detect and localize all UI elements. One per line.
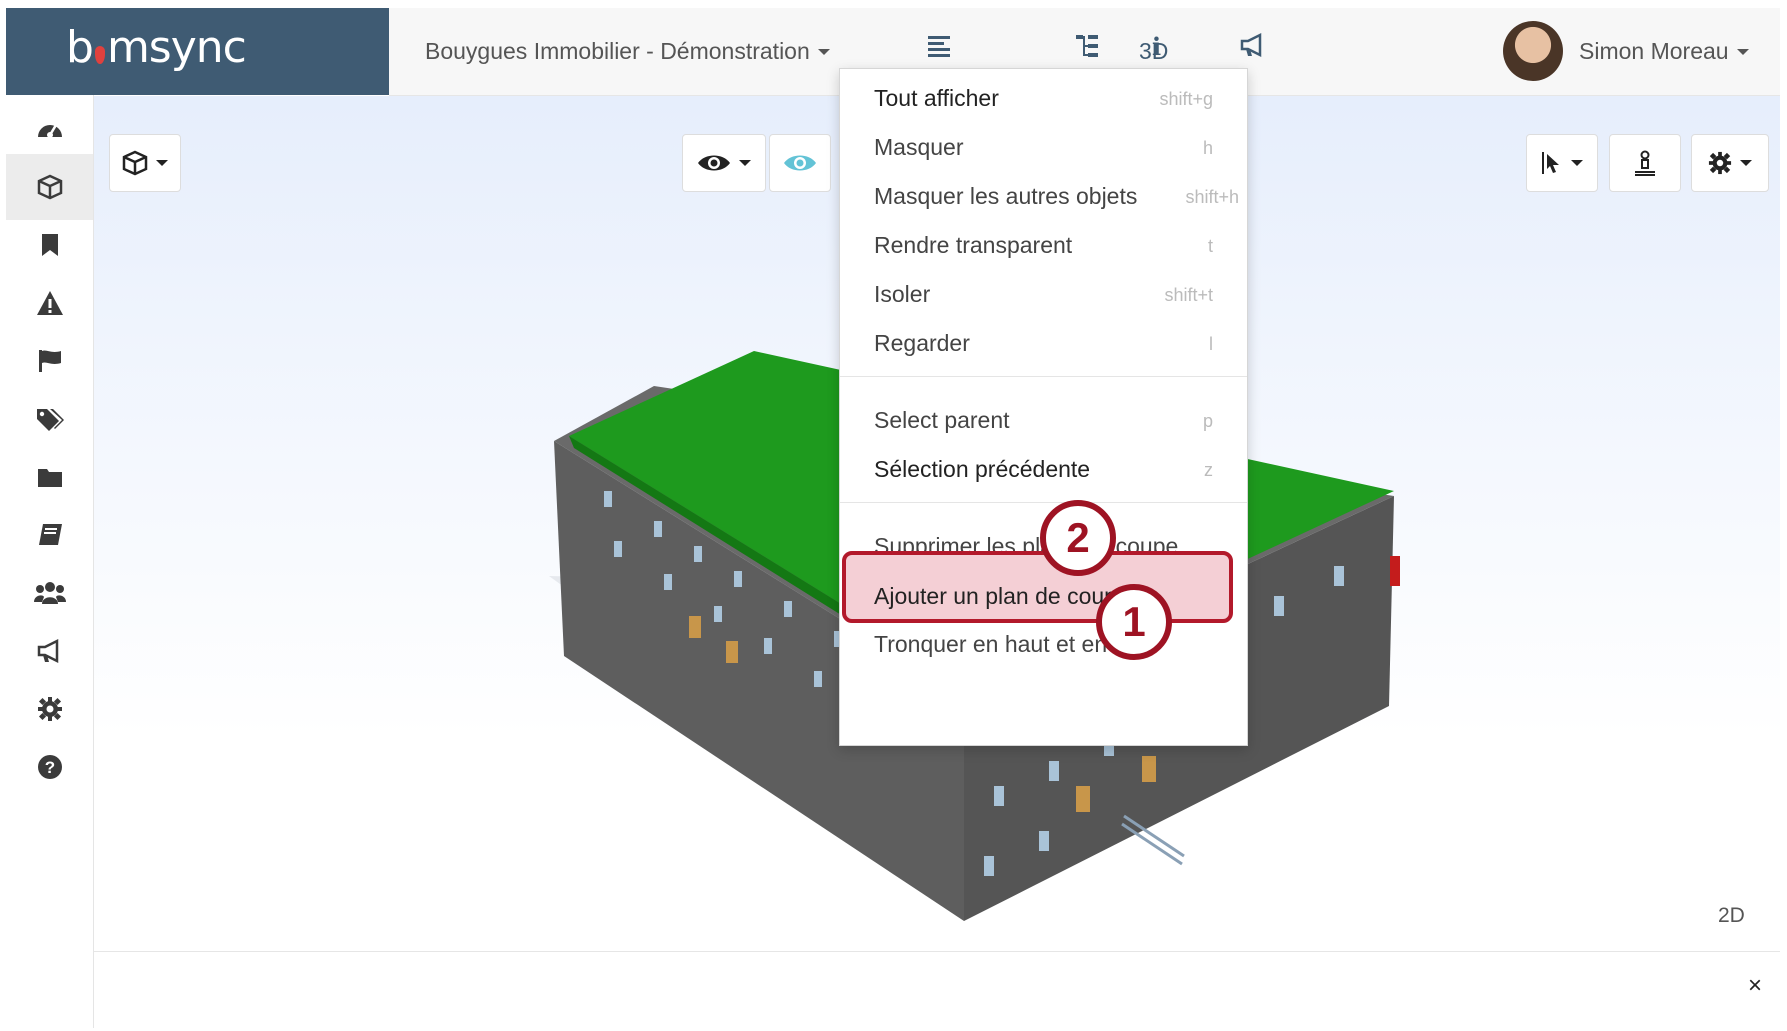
person-tool-button[interactable] <box>1609 134 1681 192</box>
app-root: b msync Bouygues Immobilier - Démonstrati… <box>6 8 1780 1031</box>
menu-item-shortcut: shift+g <box>1159 89 1213 109</box>
menu-item-shortcut: t <box>1207 236 1213 256</box>
menu-item-shortcut: z <box>1204 460 1213 480</box>
sidebar-item-help[interactable]: ? <box>6 734 93 800</box>
eye-icon <box>698 155 730 171</box>
sidebar-item-team[interactable] <box>6 560 93 626</box>
bookmark-icon <box>41 234 58 256</box>
menu-item-label: Masquer <box>874 134 964 160</box>
menu-item-shortcut: l <box>1209 334 1213 354</box>
cube-menu-button[interactable] <box>109 134 181 192</box>
megaphone-icon[interactable] <box>1239 32 1267 65</box>
info-icon[interactable]: i <box>1152 32 1161 61</box>
eye-icon <box>784 155 816 171</box>
menu-item-look[interactable]: Regarder l <box>840 316 1247 372</box>
menu-item-label: Sélection précédente <box>874 456 1091 482</box>
settings-menu-button[interactable] <box>1691 134 1769 192</box>
chevron-down-icon <box>1736 49 1749 55</box>
logo-area[interactable]: b msync <box>6 8 389 95</box>
menu-item-shortcut: p <box>1202 411 1213 431</box>
sidebar-item-bookmarks[interactable] <box>6 212 93 278</box>
menu-item-label: Tout afficher <box>874 85 999 111</box>
avatar[interactable] <box>1503 21 1563 81</box>
menu-item-shortcut: shift+h <box>1185 187 1239 207</box>
sidebar-item-tags[interactable] <box>6 386 93 452</box>
svg-text:?: ? <box>44 758 54 777</box>
user-menu[interactable]: Simon Moreau <box>1579 38 1749 65</box>
project-selector[interactable]: Bouygues Immobilier - Démonstration <box>425 38 830 65</box>
chevron-down-icon <box>1571 160 1583 166</box>
menu-item-crop-top-bottom[interactable]: Tronquer en haut et en bas <box>840 617 1247 673</box>
menu-item-previous-selection[interactable]: Sélection précédente z <box>840 442 1247 498</box>
warning-icon <box>36 291 63 315</box>
visibility-menu-button[interactable] <box>682 134 766 192</box>
menu-item-shortcut: shift+t <box>1164 285 1213 305</box>
sidebar-item-dashboard[interactable] <box>6 95 93 161</box>
gear-icon <box>37 697 62 721</box>
users-icon <box>33 582 66 604</box>
sidebar-item-documents[interactable] <box>6 444 93 510</box>
menu-item-label: Regarder <box>874 330 970 356</box>
sidebar: ? <box>6 95 94 1028</box>
sidebar-item-settings[interactable] <box>6 676 93 742</box>
user-name: Simon Moreau <box>1579 38 1729 64</box>
sidebar-item-issues[interactable] <box>6 270 93 336</box>
sidebar-item-model[interactable] <box>6 154 93 220</box>
chevron-down-icon <box>817 49 830 55</box>
cube-icon <box>122 150 148 176</box>
tags-icon <box>36 409 64 431</box>
callout-one: 1 <box>1096 584 1172 660</box>
person-icon <box>1635 150 1655 176</box>
menu-item-select-parent[interactable]: Select parent p <box>840 393 1247 449</box>
chevron-down-icon <box>1740 160 1752 166</box>
menu-item-label: Ajouter un plan de coupe <box>874 583 1130 609</box>
menu-item-show-all[interactable]: Tout afficher shift+g <box>840 71 1247 127</box>
pointer-icon <box>1542 152 1559 174</box>
select-tool-button[interactable] <box>1526 134 1598 192</box>
menu-item-label: Isoler <box>874 281 931 307</box>
menu-item-hide-others[interactable]: Masquer les autres objets shift+h <box>840 169 1247 225</box>
tree-icon[interactable] <box>1074 32 1102 67</box>
toggle-2d[interactable]: 2D <box>1718 904 1745 928</box>
callout-two: 2 <box>1040 500 1116 576</box>
bottom-panel: × <box>94 951 1780 1031</box>
list-icon[interactable] <box>926 32 952 65</box>
flag-icon <box>38 350 61 372</box>
menu-divider <box>840 376 1247 377</box>
context-menu: Tout afficher shift+g Masquer h Masquer … <box>839 68 1248 746</box>
dashboard-icon <box>37 124 62 138</box>
logo: b msync <box>66 22 247 73</box>
chevron-down-icon <box>156 160 168 166</box>
sidebar-item-flags[interactable] <box>6 328 93 394</box>
close-icon[interactable]: × <box>1748 972 1762 1000</box>
logo-pin-icon <box>94 46 105 64</box>
help-icon: ? <box>37 755 62 779</box>
menu-item-transparent[interactable]: Rendre transparent t <box>840 218 1247 274</box>
menu-item-label: Select parent <box>874 407 1010 433</box>
menu-item-hide[interactable]: Masquer h <box>840 120 1247 176</box>
megaphone-icon <box>37 638 58 664</box>
project-name: Bouygues Immobilier - Démonstration <box>425 38 810 64</box>
chevron-down-icon <box>739 160 751 166</box>
menu-item-label: Masquer les autres objets <box>874 183 1138 209</box>
menu-item-isolate[interactable]: Isoler shift+t <box>840 267 1247 323</box>
menu-item-shortcut: h <box>1202 138 1213 158</box>
menu-item-label: Rendre transparent <box>874 232 1073 258</box>
gear-icon <box>1708 151 1732 175</box>
xray-button[interactable] <box>769 134 831 192</box>
menu-divider <box>840 502 1247 503</box>
sidebar-item-library[interactable] <box>6 502 93 568</box>
sidebar-item-announcements[interactable] <box>6 618 93 684</box>
cube-icon <box>37 174 62 200</box>
book-icon <box>38 524 62 545</box>
folder-icon <box>37 469 62 487</box>
